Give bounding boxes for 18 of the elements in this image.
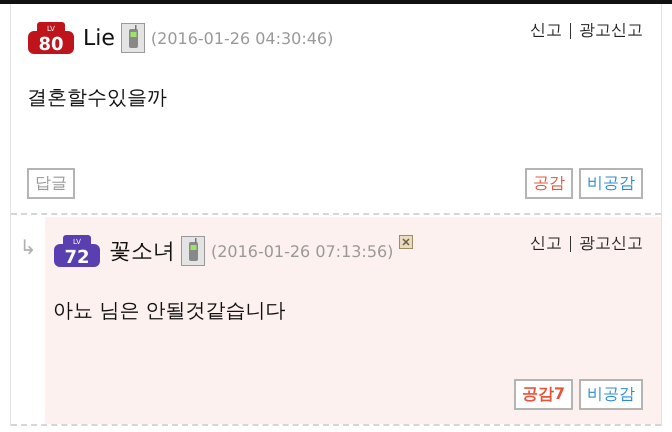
report-link[interactable]: 광고신고 (579, 233, 643, 254)
report-link[interactable]: 광고신고 (579, 20, 643, 41)
report-link[interactable]: 신고 (530, 20, 562, 41)
comment-text: 아뇨 님은 안될것같습니다 (53, 297, 287, 324)
author-name[interactable]: Lie (83, 26, 115, 50)
dislike-button[interactable]: 비공감 (579, 379, 643, 410)
author-name[interactable]: 꽃소녀 (109, 236, 175, 266)
comment-text: 결혼할수있을까 (27, 84, 168, 111)
phone-icon (120, 23, 145, 53)
delete-icon[interactable] (399, 235, 414, 249)
like-button[interactable]: 공감 (525, 168, 573, 199)
timestamp: (2016-01-26 04:30:46) (150, 28, 334, 48)
report-link[interactable]: 신고 (530, 233, 562, 254)
phone-icon (181, 236, 205, 266)
like-button[interactable]: 공감7 (514, 379, 573, 410)
reply-arrow: ↳ (20, 235, 36, 259)
timestamp: (2016-01-26 07:13:56) (211, 242, 394, 260)
dislike-button[interactable]: 비공감 (579, 168, 643, 199)
